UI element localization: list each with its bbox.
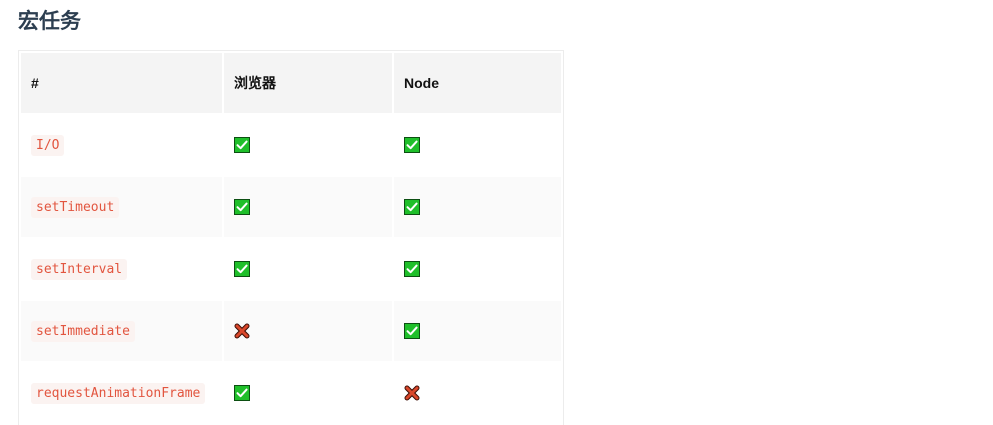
task-name-cell: setTimeout: [21, 177, 222, 237]
node-support-cell: [394, 239, 561, 299]
check-icon: [404, 137, 420, 154]
header-node: Node: [394, 53, 561, 113]
table-row: I/O: [21, 115, 561, 175]
check-icon: [234, 385, 250, 402]
browser-support-cell: [224, 177, 392, 237]
check-icon: [234, 199, 250, 216]
task-name-cell: setImmediate: [21, 301, 222, 361]
task-name: setInterval: [31, 259, 128, 280]
table-row: setTimeout: [21, 177, 561, 237]
browser-support-cell: [224, 363, 392, 423]
browser-support-cell: [224, 301, 392, 361]
header-browser: 浏览器: [224, 53, 392, 113]
table-row: setInterval: [21, 239, 561, 299]
page-title: 宏任务: [18, 10, 81, 33]
node-support-cell: [394, 115, 561, 175]
browser-support-cell: [224, 115, 392, 175]
node-support-cell: [394, 177, 561, 237]
task-name: I/O: [31, 135, 65, 156]
task-name: setImmediate: [31, 321, 135, 342]
check-icon: [404, 199, 420, 216]
check-icon: [234, 261, 250, 278]
browser-support-cell: [224, 239, 392, 299]
table-header-row: # 浏览器 Node: [21, 53, 561, 113]
table-row: requestAnimationFrame: [21, 363, 561, 423]
support-table: # 浏览器 Node I/O setTimeout setInterval setIm…: [18, 50, 564, 425]
page: 宏任务 # 浏览器 Node I/O setTimeout setInterval s…: [0, 0, 993, 425]
check-icon: [404, 261, 420, 278]
task-name-cell: I/O: [21, 115, 222, 175]
cross-icon: [404, 385, 420, 401]
node-support-cell: [394, 363, 561, 423]
table-row: setImmediate: [21, 301, 561, 361]
task-name-cell: requestAnimationFrame: [21, 363, 222, 423]
cross-icon: [234, 323, 250, 339]
task-name: setTimeout: [31, 197, 120, 218]
task-name: requestAnimationFrame: [31, 383, 206, 404]
task-name-cell: setInterval: [21, 239, 222, 299]
check-icon: [234, 137, 250, 154]
node-support-cell: [394, 301, 561, 361]
header-name: #: [21, 53, 222, 113]
check-icon: [404, 323, 420, 340]
